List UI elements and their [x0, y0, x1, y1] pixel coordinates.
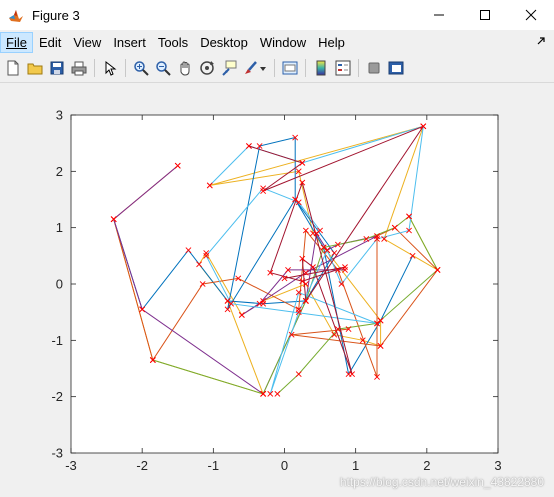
menu-desktop-label: Desktop [200, 34, 248, 50]
maximize-button[interactable] [462, 0, 508, 30]
menu-tools[interactable]: Tools [152, 32, 194, 53]
menu-desktop[interactable]: Desktop [194, 32, 254, 53]
zoom-out-button[interactable] [154, 59, 172, 77]
figure-window: Figure 3 File Edit View Insert Tools Des… [0, 0, 554, 497]
y-tick-label: -3 [51, 446, 63, 461]
pan-button[interactable] [176, 59, 194, 77]
menu-tools-label: Tools [157, 34, 189, 50]
toolbar-separator [358, 59, 359, 77]
save-icon [50, 61, 64, 75]
legend-icon [335, 60, 351, 76]
brush-button[interactable] [242, 59, 268, 77]
window-title: Figure 3 [32, 7, 80, 23]
brush-icon [245, 61, 266, 74]
rotate-3d-icon [200, 61, 214, 75]
figure-toolbar [0, 54, 554, 83]
y-tick-label: -1 [51, 333, 63, 348]
pointer-button[interactable] [101, 59, 119, 77]
title-bar: Figure 3 [0, 0, 554, 30]
new-figure-icon [7, 60, 19, 76]
menu-insert-label: Insert [113, 34, 146, 50]
y-tick-label: -2 [51, 389, 63, 404]
open-file-button[interactable] [26, 59, 44, 77]
window-controls [416, 0, 554, 30]
data-cursor-icon [222, 60, 237, 76]
close-icon [525, 9, 537, 21]
new-figure-button[interactable] [4, 59, 22, 77]
matlab-logo-icon [9, 10, 23, 22]
link-plot-icon [282, 61, 298, 75]
x-tick-label: 1 [352, 458, 359, 473]
close-button[interactable] [508, 0, 554, 30]
menu-insert[interactable]: Insert [107, 32, 152, 53]
print-icon [71, 61, 87, 76]
pointer-icon [105, 60, 117, 76]
maximize-icon [480, 10, 490, 20]
x-tick-label: -2 [136, 458, 148, 473]
colorbar-button[interactable] [312, 59, 330, 77]
dock-arrow-icon[interactable] [536, 36, 546, 46]
menu-window-label: Window [259, 34, 307, 50]
save-button[interactable] [48, 59, 66, 77]
show-plot-tools-icon [388, 61, 404, 75]
toolbar-separator [125, 59, 126, 77]
show-plot-tools-button[interactable] [387, 59, 405, 77]
y-tick-label: 2 [56, 164, 63, 179]
minimize-icon [434, 14, 444, 16]
link-plot-button[interactable] [281, 59, 299, 77]
print-button[interactable] [70, 59, 88, 77]
y-tick-label: 0 [56, 277, 63, 292]
hide-plot-tools-icon [368, 62, 380, 74]
hide-plot-tools-button[interactable] [365, 59, 383, 77]
figure-canvas: -3 -2 -1 0 1 2 3 -3 -2 -1 0 1 2 3 https://blog.csdn.n… [0, 83, 554, 497]
x-tick-label: 3 [494, 458, 501, 473]
plot-area [71, 115, 498, 453]
menu-help-label: Help [318, 34, 345, 50]
menu-view[interactable]: View [67, 32, 107, 53]
menu-edit-label: Edit [38, 34, 62, 50]
menu-file-label: File [6, 34, 27, 50]
zoom-in-icon [134, 61, 149, 76]
menu-edit[interactable]: Edit [33, 32, 67, 53]
zoom-out-icon [156, 61, 171, 76]
x-tick-label: -1 [208, 458, 220, 473]
toolbar-separator [305, 59, 306, 77]
colorbar-icon [316, 60, 326, 76]
pan-icon [180, 61, 190, 76]
watermark-text: https://blog.csdn.net/weixin_43822880 [339, 475, 544, 489]
rotate-3d-button[interactable] [198, 59, 216, 77]
menu-window[interactable]: Window [254, 32, 312, 53]
x-tick-label: 2 [423, 458, 430, 473]
x-tick-label: -3 [65, 458, 77, 473]
zoom-in-button[interactable] [132, 59, 150, 77]
y-tick-label: 1 [56, 220, 63, 235]
open-file-icon [27, 63, 43, 75]
minimize-button[interactable] [416, 0, 462, 30]
menu-view-label: View [73, 34, 102, 50]
y-tick-label: 3 [56, 108, 63, 123]
data-cursor-button[interactable] [220, 59, 238, 77]
x-tick-label: 0 [281, 458, 288, 473]
menu-bar: File Edit View Insert Tools Desktop Wind… [0, 30, 554, 54]
line-plot-chart: -3 -2 -1 0 1 2 3 -3 -2 -1 0 1 2 3 [51, 108, 501, 474]
toolbar-separator [94, 59, 95, 77]
legend-button[interactable] [334, 59, 352, 77]
menu-file[interactable]: File [0, 31, 33, 53]
menu-help[interactable]: Help [312, 32, 351, 53]
toolbar-separator [274, 59, 275, 77]
